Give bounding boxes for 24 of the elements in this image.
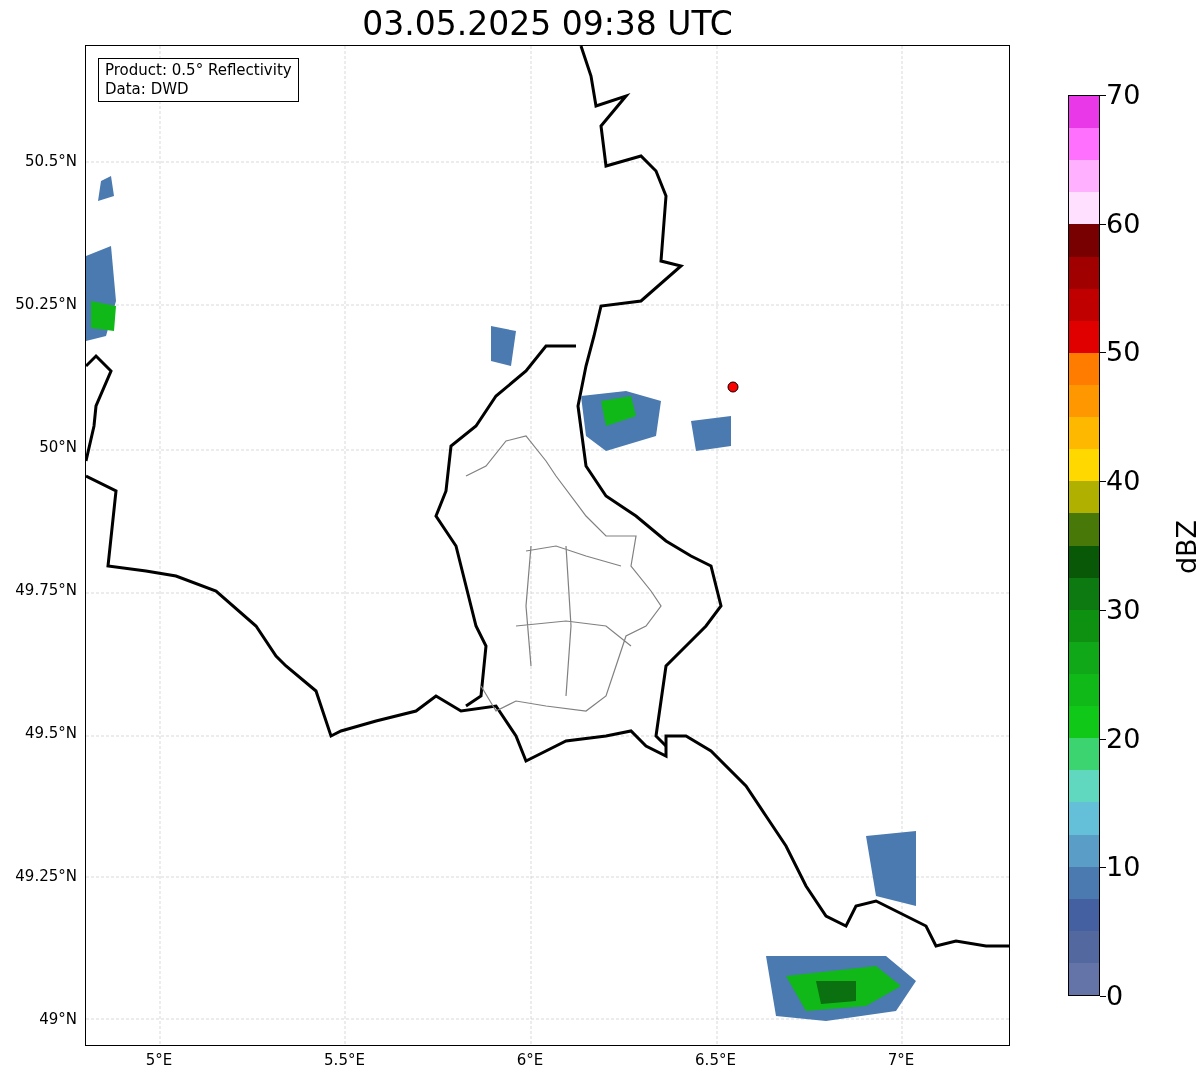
legend-text: Product: 0.5° Reflectivity [105, 61, 292, 80]
chart-title: 03.05.2025 09:38 UTC [361, 3, 734, 45]
axis-tick-label: 50°N [39, 438, 77, 456]
axis-tick-label: 5.5°E [324, 1051, 365, 1069]
axis-tick-label: 50.25°N [15, 295, 77, 313]
axis-tick-label: 49.25°N [15, 867, 77, 885]
axis-tick-label: 5°E [145, 1051, 173, 1069]
scale-label: dBZ [1170, 519, 1202, 575]
scale-tick-label: 60 [1106, 208, 1141, 239]
axis-tick-label: 6°E [516, 1051, 544, 1069]
scale-tick-label: 0 [1106, 981, 1124, 1011]
scale-tick-label: 10 [1106, 852, 1141, 883]
axis-tick-label: 7°E [887, 1051, 915, 1069]
scale-tick-label: 70 [1106, 80, 1141, 110]
axis-tick-label: 49.5°N [24, 724, 77, 742]
axis-tick-label: 49°N [39, 1010, 77, 1028]
axis-tick-label: 49.75°N [15, 581, 77, 599]
axis-tick-label: 50.5°N [24, 152, 77, 170]
legend-text: Data: DWD [105, 80, 190, 99]
scale-tick-label: 50 [1106, 337, 1141, 368]
scale-tick-label: 30 [1106, 594, 1141, 625]
scale-tick-label: 20 [1106, 723, 1141, 754]
axis-tick-label: 6.5°E [695, 1051, 736, 1069]
scale-tick-label: 40 [1106, 466, 1141, 497]
